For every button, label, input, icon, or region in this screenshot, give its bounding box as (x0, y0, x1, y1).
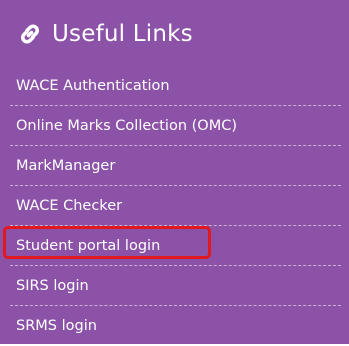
link-wace-authentication[interactable]: WACE Authentication (16, 78, 170, 94)
useful-links-panel: Useful Links WACE Authentication Online … (0, 0, 349, 344)
list-item[interactable]: SIRS login (10, 266, 341, 306)
link-wace-checker[interactable]: WACE Checker (16, 198, 122, 214)
panel-title: Useful Links (52, 21, 193, 47)
panel-header: Useful Links (16, 14, 193, 54)
link-sirs-login[interactable]: SIRS login (16, 278, 89, 294)
list-item[interactable]: Online Marks Collection (OMC) (10, 106, 341, 146)
link-srms-login[interactable]: SRMS login (16, 318, 97, 334)
link-icon (16, 20, 44, 48)
list-item[interactable]: SRMS login (10, 306, 341, 346)
link-online-marks-collection[interactable]: Online Marks Collection (OMC) (16, 118, 237, 134)
link-markmanager[interactable]: MarkManager (16, 158, 115, 174)
links-list: WACE Authentication Online Marks Collect… (10, 66, 341, 346)
list-item[interactable]: Student portal login (10, 226, 341, 266)
list-item[interactable]: WACE Checker (10, 186, 341, 226)
link-student-portal-login[interactable]: Student portal login (16, 238, 160, 254)
list-item[interactable]: WACE Authentication (10, 66, 341, 106)
list-item[interactable]: MarkManager (10, 146, 341, 186)
